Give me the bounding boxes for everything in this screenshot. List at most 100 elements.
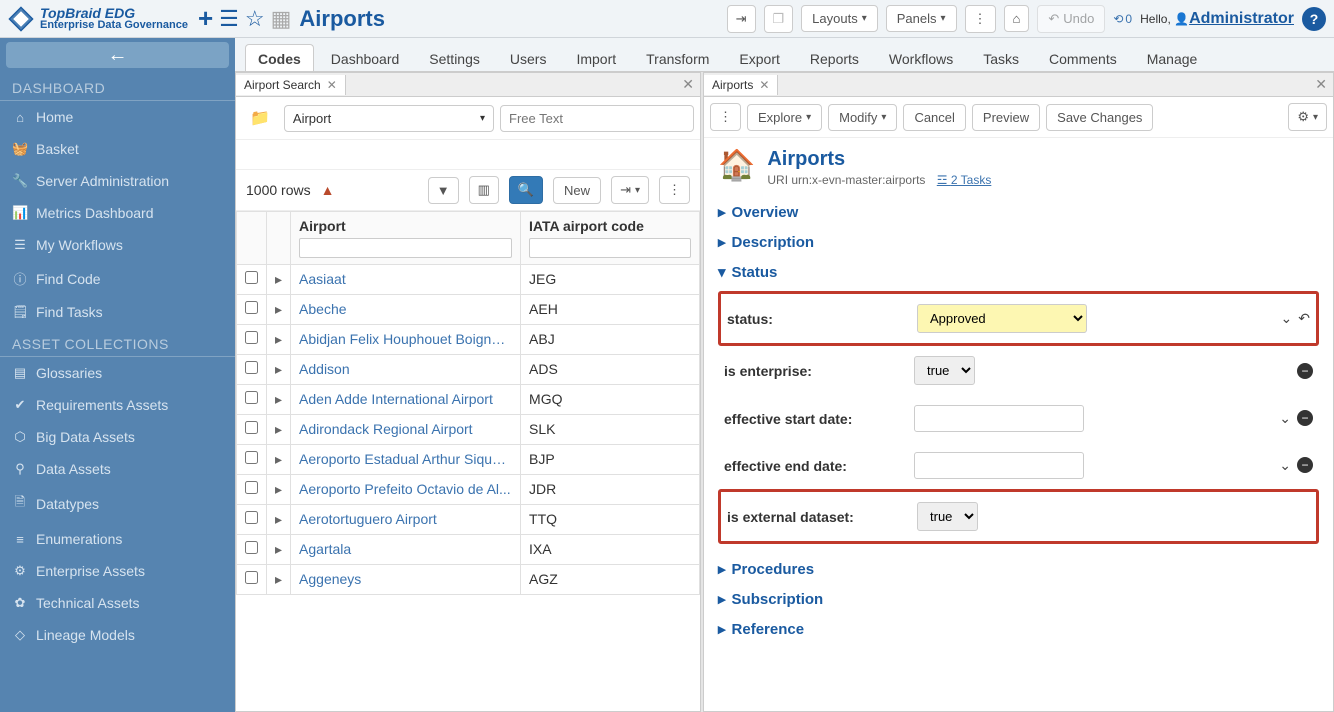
panel-tab-airport-search[interactable]: Airport Search✕ bbox=[236, 75, 346, 95]
free-text-input[interactable] bbox=[500, 105, 694, 132]
panel-tab-airports[interactable]: Airports✕ bbox=[704, 75, 778, 95]
sidebar-back-button[interactable]: ← bbox=[6, 42, 229, 68]
row-checkbox[interactable] bbox=[245, 451, 258, 464]
row-checkbox[interactable] bbox=[245, 421, 258, 434]
sidebar-item-lineage[interactable]: ◇Lineage Models bbox=[0, 619, 235, 651]
sidebar-item-data-assets[interactable]: ⚲Data Assets bbox=[0, 453, 235, 485]
undo-icon[interactable]: ↶ bbox=[1298, 310, 1310, 327]
settings-dropdown[interactable]: ⚙ ▾ bbox=[1288, 103, 1327, 131]
status-select[interactable]: Approved bbox=[917, 304, 1087, 333]
sidebar-item-requirements[interactable]: ✔Requirements Assets bbox=[0, 389, 235, 421]
brand-logo[interactable]: TopBraid EDG Enterprise Data Governance bbox=[8, 6, 188, 32]
sidebar-item-bigdata[interactable]: ⬡Big Data Assets bbox=[0, 421, 235, 453]
list-icon[interactable]: ☰ bbox=[219, 6, 239, 32]
airport-link[interactable]: Aeroporto Estadual Arthur Siqueira bbox=[291, 445, 521, 475]
airport-link[interactable]: Abidjan Felix Houphouet Boigny I... bbox=[291, 325, 521, 355]
expand-icon[interactable]: ▸ bbox=[267, 505, 291, 535]
table-row[interactable]: ▸AasiaatJEG bbox=[237, 265, 700, 295]
home-button[interactable]: ⌂ bbox=[1004, 5, 1030, 32]
preview-button[interactable]: Preview bbox=[972, 104, 1040, 131]
plus-icon[interactable]: + bbox=[198, 3, 213, 34]
export-button[interactable]: ⇥ ▾ bbox=[611, 176, 649, 204]
sidebar-item-enumerations[interactable]: ≡Enumerations bbox=[0, 523, 235, 555]
tab-users[interactable]: Users bbox=[497, 44, 560, 71]
tab-codes[interactable]: Codes bbox=[245, 44, 314, 71]
airport-link[interactable]: Aerotortuguero Airport bbox=[291, 505, 521, 535]
sidebar-item-find-tasks[interactable]: 🗒Find Tasks bbox=[0, 296, 235, 328]
tab-workflows[interactable]: Workflows bbox=[876, 44, 966, 71]
more-icon[interactable]: ⋮ bbox=[965, 5, 996, 33]
table-row[interactable]: ▸AggeneysAGZ bbox=[237, 565, 700, 595]
grid-icon[interactable]: ▦ bbox=[271, 6, 292, 32]
tasks-link[interactable]: ☲ 2 Tasks bbox=[937, 173, 992, 187]
tab-tasks[interactable]: Tasks bbox=[970, 44, 1032, 71]
tab-dashboard[interactable]: Dashboard bbox=[318, 44, 413, 71]
sidebar-item-glossaries[interactable]: ▤Glossaries bbox=[0, 357, 235, 389]
filter-button[interactable]: ▼ bbox=[428, 177, 459, 204]
row-checkbox[interactable] bbox=[245, 391, 258, 404]
tab-comments[interactable]: Comments bbox=[1036, 44, 1130, 71]
panel-menu-button[interactable]: ⋮ bbox=[710, 103, 741, 131]
expand-icon[interactable]: ▸ bbox=[267, 565, 291, 595]
columns-button[interactable]: ▥ bbox=[469, 176, 499, 204]
filter-airport-input[interactable] bbox=[299, 238, 512, 258]
airport-link[interactable]: Addison bbox=[291, 355, 521, 385]
close-icon[interactable]: ✕ bbox=[759, 78, 769, 92]
airport-link[interactable]: Agartala bbox=[291, 535, 521, 565]
sidebar-item-home[interactable]: ⌂Home bbox=[0, 101, 235, 133]
section-overview[interactable]: ▸Overview bbox=[718, 197, 1319, 227]
airport-link[interactable]: Aggeneys bbox=[291, 565, 521, 595]
row-checkbox[interactable] bbox=[245, 301, 258, 314]
expand-icon[interactable]: ▸ bbox=[267, 355, 291, 385]
airport-link[interactable]: Aeroporto Prefeito Octavio de Al... bbox=[291, 475, 521, 505]
sidebar-item-technical[interactable]: ✿Technical Assets bbox=[0, 587, 235, 619]
airport-link[interactable]: Aasiaat bbox=[291, 265, 521, 295]
sidebar-item-enterprise[interactable]: ⚙Enterprise Assets bbox=[0, 555, 235, 587]
table-row[interactable]: ▸AbecheAEH bbox=[237, 295, 700, 325]
tab-transform[interactable]: Transform bbox=[633, 44, 722, 71]
table-row[interactable]: ▸Aeroporto Estadual Arthur SiqueiraBJP bbox=[237, 445, 700, 475]
sync-count[interactable]: ⟲0 bbox=[1113, 12, 1132, 26]
expand-icon[interactable]: ▸ bbox=[267, 475, 291, 505]
table-row[interactable]: ▸Aerotortuguero AirportTTQ bbox=[237, 505, 700, 535]
modify-dropdown[interactable]: Modify ▾ bbox=[828, 104, 897, 131]
tab-reports[interactable]: Reports bbox=[797, 44, 872, 71]
effective-start-input[interactable] bbox=[914, 405, 1084, 432]
star-icon[interactable]: ☆ bbox=[245, 6, 265, 32]
table-row[interactable]: ▸AgartalaIXA bbox=[237, 535, 700, 565]
chevron-down-icon[interactable]: ⌄ bbox=[1281, 310, 1293, 327]
row-checkbox[interactable] bbox=[245, 481, 258, 494]
row-checkbox[interactable] bbox=[245, 271, 258, 284]
table-row[interactable]: ▸Abidjan Felix Houphouet Boigny I...ABJ bbox=[237, 325, 700, 355]
row-checkbox[interactable] bbox=[245, 511, 258, 524]
tab-manage[interactable]: Manage bbox=[1134, 44, 1211, 71]
undo-button[interactable]: ↶ Undo bbox=[1037, 5, 1105, 33]
sidebar-item-server-admin[interactable]: 🔧Server Administration bbox=[0, 165, 235, 197]
layers-icon[interactable]: ❐ bbox=[764, 5, 794, 33]
table-row[interactable]: ▸Aden Adde International AirportMGQ bbox=[237, 385, 700, 415]
help-icon[interactable]: ? bbox=[1302, 7, 1326, 31]
chevron-down-icon[interactable]: ⌄ bbox=[1279, 410, 1291, 427]
save-button[interactable]: Save Changes bbox=[1046, 104, 1153, 131]
table-row[interactable]: ▸Aeroporto Prefeito Octavio de Al...JDR bbox=[237, 475, 700, 505]
section-description[interactable]: ▸Description bbox=[718, 227, 1319, 257]
tab-settings[interactable]: Settings bbox=[416, 44, 493, 71]
row-checkbox[interactable] bbox=[245, 571, 258, 584]
folder-icon[interactable]: 📁 bbox=[242, 103, 278, 133]
expand-icon[interactable]: ▸ bbox=[267, 325, 291, 355]
filter-iata-input[interactable] bbox=[529, 238, 691, 258]
layouts-dropdown[interactable]: Layouts ▾ bbox=[801, 5, 878, 32]
sidebar-item-basket[interactable]: 🧺Basket bbox=[0, 133, 235, 165]
explore-dropdown[interactable]: Explore ▾ bbox=[747, 104, 822, 131]
remove-icon[interactable]: − bbox=[1297, 410, 1313, 426]
tab-import[interactable]: Import bbox=[563, 44, 629, 71]
more-button[interactable]: ⋮ bbox=[659, 176, 690, 204]
row-checkbox[interactable] bbox=[245, 361, 258, 374]
sidebar-item-workflows[interactable]: ☰My Workflows bbox=[0, 229, 235, 261]
section-procedures[interactable]: ▸Procedures bbox=[718, 554, 1319, 584]
airport-link[interactable]: Adirondack Regional Airport bbox=[291, 415, 521, 445]
section-reference[interactable]: ▸Reference bbox=[718, 614, 1319, 644]
tab-export[interactable]: Export bbox=[726, 44, 792, 71]
expand-icon[interactable]: ▸ bbox=[267, 415, 291, 445]
panel-close-icon[interactable]: ✕ bbox=[1309, 76, 1333, 93]
